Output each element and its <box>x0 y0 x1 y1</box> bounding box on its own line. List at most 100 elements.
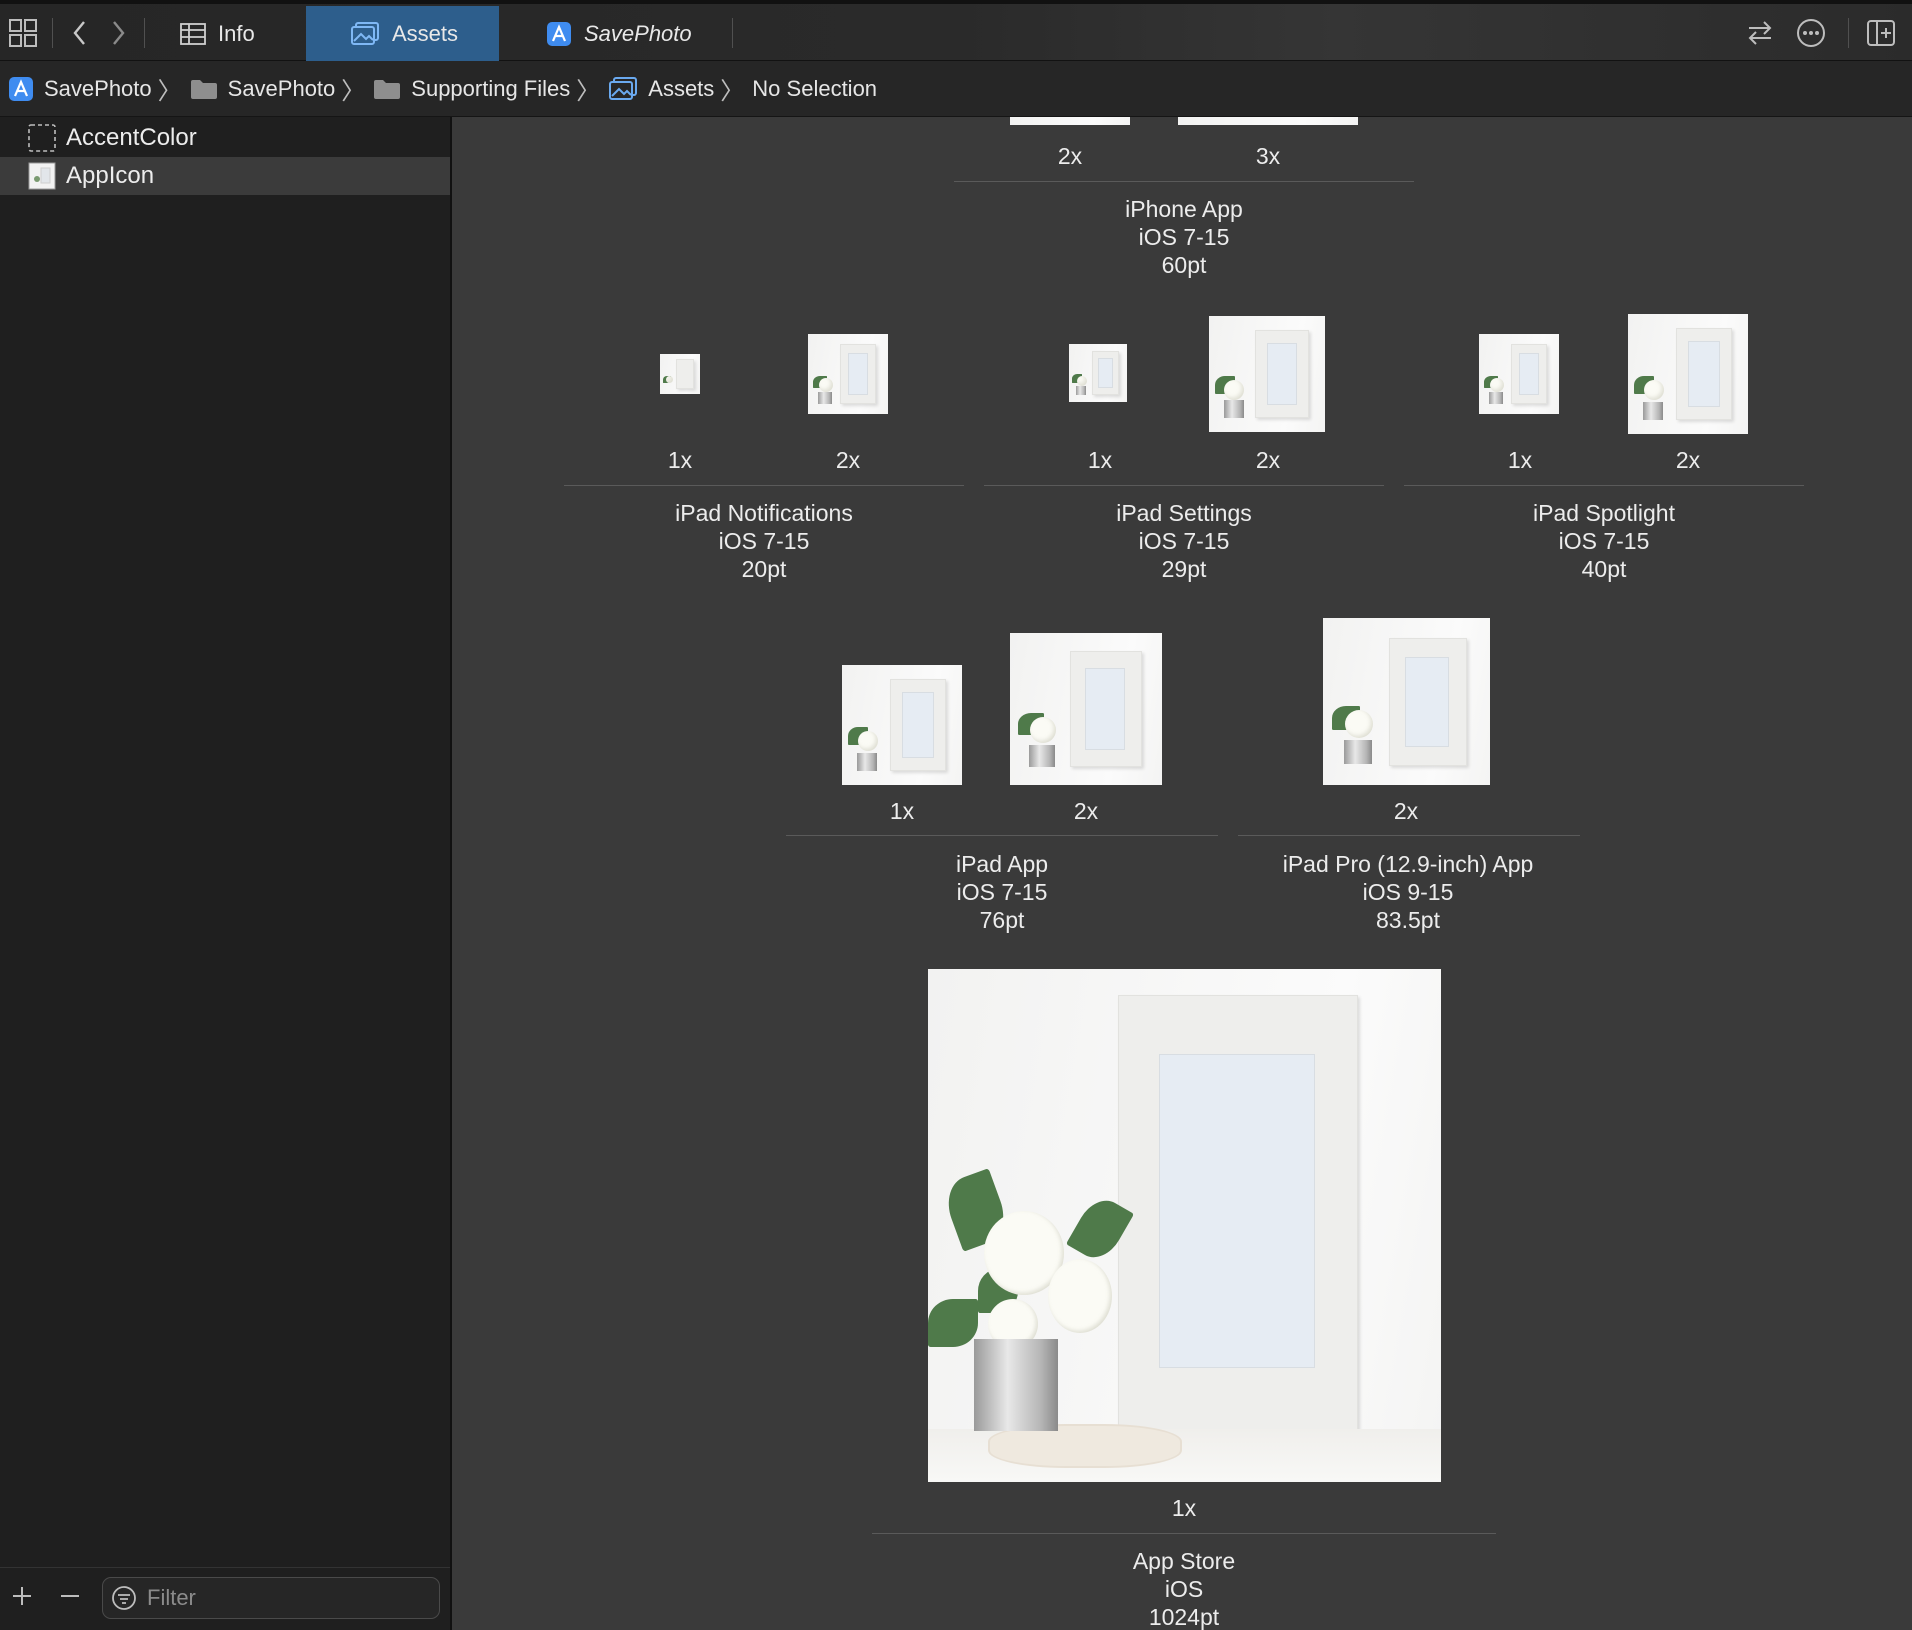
scale-label: 2x <box>1255 447 1281 473</box>
grid-icon <box>9 19 37 47</box>
group-label: iPad Settings iOS 7-15 29pt <box>1034 499 1334 583</box>
breadcrumb-label: Assets <box>648 75 715 101</box>
group-divider <box>954 181 1414 182</box>
group-os: iOS 7-15 <box>1138 528 1230 554</box>
breadcrumb-label: SavePhoto <box>227 75 336 101</box>
breadcrumb-project[interactable]: SavePhoto <box>8 76 152 102</box>
breadcrumb-label: Supporting Files <box>411 75 571 101</box>
sidebar-footer <box>0 1567 450 1630</box>
icon-slot-image[interactable] <box>1010 117 1130 125</box>
group-os: iOS 7-15 <box>1558 528 1650 554</box>
folder-icon <box>190 79 217 99</box>
filter-icon <box>112 1586 136 1610</box>
group-os: iOS 7-15 <box>956 879 1048 905</box>
group-name: iPad App <box>955 851 1049 877</box>
sidebar-item-appicon[interactable]: AppIcon <box>0 157 450 195</box>
group-divider <box>1238 835 1580 836</box>
group-divider <box>564 485 964 486</box>
group-name: iPad Spotlight <box>1533 500 1675 526</box>
tab-info[interactable]: Info <box>180 6 300 61</box>
icon-slot-image[interactable] <box>1209 316 1325 432</box>
icon-slot-image[interactable] <box>1069 344 1127 402</box>
sidebar-item-label: AccentColor <box>66 124 197 151</box>
assets-catalog-icon <box>609 76 638 100</box>
breadcrumb: SavePhoto 〉 SavePhoto 〉 Supporting Files… <box>0 61 1912 117</box>
icon-slot-image[interactable] <box>1178 117 1358 125</box>
icon-slot-image[interactable] <box>660 354 700 394</box>
group-label: iPad Pro (12.9-inch) App iOS 9-15 83.5pt <box>1236 850 1580 934</box>
group-divider <box>872 1533 1496 1534</box>
group-size: 40pt <box>1581 556 1627 582</box>
app-icon-set-icon <box>28 162 56 190</box>
icon-slot-image[interactable] <box>1628 314 1748 434</box>
icon-slot-image[interactable] <box>808 334 888 414</box>
icon-slot-image[interactable] <box>928 969 1441 1482</box>
group-name: iPad Settings <box>1116 500 1252 526</box>
minus-icon <box>61 1595 79 1597</box>
filter-input[interactable] <box>145 1584 419 1612</box>
plus-icon <box>13 1587 31 1605</box>
app-target-icon <box>547 21 571 46</box>
add-asset-button[interactable] <box>10 1584 34 1613</box>
group-divider <box>1404 485 1804 486</box>
color-set-icon <box>28 124 56 152</box>
group-label: iPhone App iOS 7-15 60pt <box>1034 195 1334 279</box>
group-name: App Store <box>1132 1548 1236 1574</box>
breadcrumb-separator-icon: 〉 <box>720 78 745 105</box>
group-label: iPad Notifications iOS 7-15 20pt <box>614 499 914 583</box>
table-icon <box>180 22 206 45</box>
breadcrumb-supporting-files[interactable]: Supporting Files <box>373 76 570 102</box>
more-options-button[interactable] <box>1796 18 1826 48</box>
add-editor-button[interactable] <box>1866 18 1896 48</box>
scale-label: 1x <box>1507 447 1533 473</box>
tab-savephoto-label: SavePhoto <box>584 20 692 46</box>
group-size: 1024pt <box>1148 1604 1220 1630</box>
filter-field[interactable] <box>102 1577 440 1619</box>
tab-info-label: Info <box>218 20 255 46</box>
icon-slot-image[interactable] <box>1323 618 1490 785</box>
back-button[interactable] <box>70 18 90 48</box>
swap-editor-button[interactable] <box>1746 19 1774 47</box>
sidebar-item-accentcolor[interactable]: AccentColor <box>0 119 450 157</box>
breadcrumb-separator-icon: 〉 <box>341 78 366 105</box>
scale-label: 1x <box>889 798 915 824</box>
appicon-editor: 2x 3x iPhone App iOS 7-15 60pt 1x 2x iPa… <box>454 117 1912 1630</box>
icon-slot-image[interactable] <box>1010 633 1162 785</box>
breadcrumb-group[interactable]: SavePhoto <box>190 75 336 102</box>
group-label: iPad App iOS 7-15 76pt <box>852 850 1152 934</box>
scale-label: 2x <box>1393 798 1419 824</box>
group-label: App Store iOS 1024pt <box>1034 1547 1334 1630</box>
assets-catalog-icon <box>351 21 379 45</box>
breadcrumb-no-selection[interactable]: No Selection <box>752 76 877 102</box>
scale-label: 2x <box>1057 143 1083 169</box>
tab-savephoto[interactable]: SavePhoto <box>546 6 736 61</box>
remove-asset-button[interactable] <box>58 1584 82 1613</box>
group-divider <box>786 835 1218 836</box>
group-size: 60pt <box>1161 252 1207 278</box>
related-items-button[interactable] <box>8 18 38 48</box>
scale-label: 1x <box>1171 1495 1197 1521</box>
breadcrumb-separator-icon: 〉 <box>157 78 182 105</box>
group-name: iPad Notifications <box>675 500 853 526</box>
forward-button[interactable] <box>108 18 128 48</box>
group-name: iPhone App <box>1125 196 1243 222</box>
arrows-swap-icon <box>1748 21 1772 45</box>
icon-slot-image[interactable] <box>842 665 962 785</box>
group-name: iPad Pro (12.9-inch) App <box>1282 851 1534 877</box>
chevron-left-icon <box>73 21 85 45</box>
chevron-right-icon <box>113 21 125 45</box>
scale-label: 3x <box>1255 143 1281 169</box>
group-size: 76pt <box>979 907 1025 933</box>
tab-assets-label: Assets <box>392 20 459 46</box>
tab-assets[interactable]: Assets <box>306 6 499 61</box>
breadcrumb-assets[interactable]: Assets <box>608 76 714 102</box>
scale-label: 2x <box>1073 798 1099 824</box>
scale-label: 2x <box>835 447 861 473</box>
icon-slot-image[interactable] <box>1479 334 1559 414</box>
split-editor-icon <box>1867 20 1895 46</box>
app-target-icon <box>9 76 33 101</box>
group-label: iPad Spotlight iOS 7-15 40pt <box>1454 499 1754 583</box>
ellipsis-circle-icon <box>1797 19 1825 47</box>
group-size: 29pt <box>1161 556 1207 582</box>
breadcrumb-label: SavePhoto <box>44 75 152 101</box>
